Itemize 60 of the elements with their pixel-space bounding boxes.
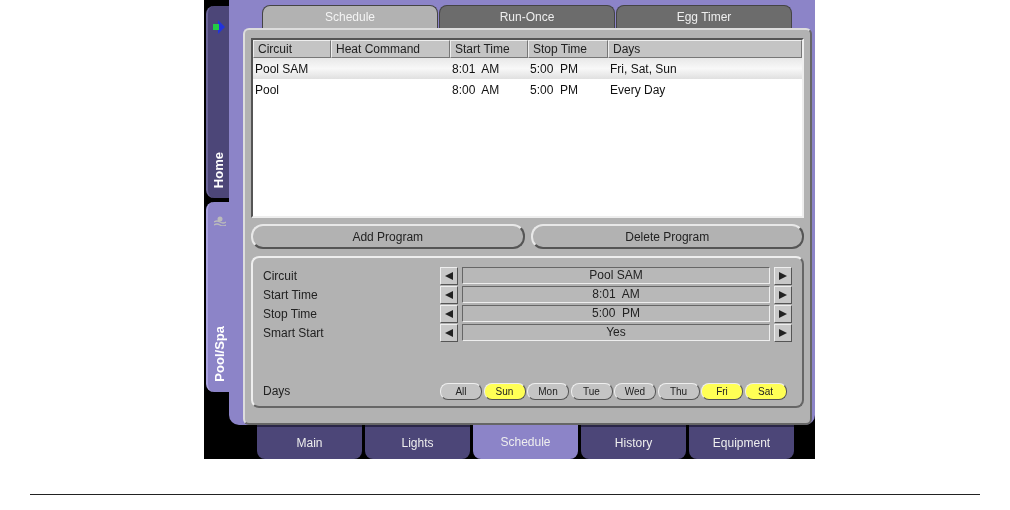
day-toggle[interactable]: Mon [527, 382, 569, 400]
field-value: Yes [462, 324, 770, 341]
side-tab[interactable]: Home [206, 6, 229, 198]
program-button[interactable]: Delete Program [530, 224, 804, 249]
tab[interactable]: Egg Timer [616, 5, 792, 28]
right-arrow-icon [779, 309, 787, 318]
nav-tab[interactable]: History [581, 425, 686, 459]
left-arrow-icon [445, 328, 453, 337]
column-header[interactable]: Start Time [450, 40, 528, 58]
tab[interactable]: Run-Once [439, 5, 615, 28]
column-header[interactable]: Circuit [253, 40, 331, 58]
table-cell-text: 8:01 AM [451, 61, 501, 76]
next-button[interactable] [774, 285, 792, 304]
right-arrow-icon [779, 328, 787, 337]
field-label: Circuit [263, 268, 298, 283]
previous-button[interactable] [440, 285, 458, 304]
previous-button[interactable] [440, 323, 458, 342]
table-cell-text: 5:00 PM [529, 82, 580, 97]
previous-button[interactable] [440, 304, 458, 323]
next-button[interactable] [774, 304, 792, 323]
right-arrow-icon [779, 271, 787, 280]
day-toggle[interactable]: Thu [657, 382, 700, 400]
next-button[interactable] [774, 266, 792, 285]
day-toggle[interactable]: Wed [614, 382, 656, 400]
nav-tab[interactable]: Main [257, 425, 362, 459]
nav-tab[interactable]: Equipment [689, 425, 794, 459]
column-header[interactable]: Stop Time [528, 40, 608, 58]
day-toggle[interactable]: Sun [483, 382, 526, 400]
next-button[interactable] [774, 323, 792, 342]
table-cell-text: Pool [254, 82, 281, 97]
left-arrow-icon [445, 309, 453, 318]
table-cell-text: 8:00 AM [451, 82, 501, 97]
left-arrow-icon [445, 290, 453, 299]
column-header[interactable]: Heat Command [331, 40, 450, 58]
field-label: Stop Time [263, 306, 319, 321]
field-label: Days [263, 384, 292, 398]
table-cell-text: 5:00 PM [529, 61, 580, 76]
table-row[interactable]: Pool SAM 8:01 AM 5:00 PM Fri, Sat, Sun [253, 58, 802, 79]
field-value: Pool SAM [462, 267, 770, 284]
table-cell-text: Pool SAM [254, 61, 310, 76]
right-arrow-icon [779, 290, 787, 299]
day-toggle[interactable]: Tue [570, 382, 613, 400]
field-value: 5:00 PM [462, 305, 770, 322]
day-toggle[interactable]: Sat [744, 382, 787, 400]
table-cell-text: Fri, Sat, Sun [609, 61, 678, 76]
side-tab-label: Home [211, 151, 226, 188]
field-value: 8:01 AM [462, 286, 770, 303]
field-label: Smart Start [263, 325, 325, 340]
side-tab-label: Pool/Spa [212, 326, 227, 382]
pool-icon [213, 216, 226, 226]
program-button[interactable]: Add Program [251, 224, 525, 249]
previous-button[interactable] [440, 266, 458, 285]
table-cell-text: Every Day [609, 82, 667, 97]
left-arrow-icon [445, 271, 453, 280]
nav-tab[interactable]: Lights [365, 425, 470, 459]
field-label: Start Time [263, 287, 319, 302]
arrows-icon [212, 20, 225, 34]
day-toggle[interactable]: Fri [701, 382, 743, 400]
day-toggle[interactable]: All [440, 382, 482, 400]
column-header[interactable]: Days [608, 40, 802, 58]
